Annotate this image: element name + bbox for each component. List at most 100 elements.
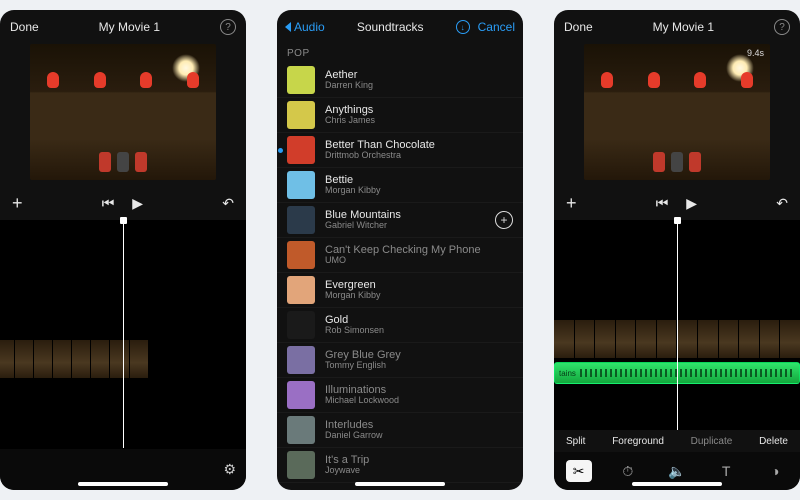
prev-frame-button[interactable]: ⏮ [656, 195, 669, 212]
help-icon[interactable]: ? [220, 19, 236, 35]
album-art [287, 136, 315, 164]
track-artist: Rob Simonsen [325, 326, 513, 336]
undo-button[interactable]: ↶ [222, 195, 234, 212]
scissors-icon: ✂ [573, 463, 585, 480]
video-preview[interactable]: 9.4s [584, 44, 770, 180]
filter-icon: ◑ [771, 463, 779, 479]
track-row[interactable]: Grey Blue GreyTommy English [277, 343, 523, 378]
add-media-button[interactable]: + [566, 193, 577, 214]
album-art [287, 171, 315, 199]
speed-tool: ⏱ [615, 460, 641, 482]
help-icon[interactable]: ? [774, 19, 790, 35]
delete-action[interactable]: Delete [759, 436, 788, 447]
album-art [287, 346, 315, 374]
timeline[interactable] [0, 220, 246, 448]
text-icon: T [722, 463, 731, 479]
album-art [287, 276, 315, 304]
home-indicator[interactable] [355, 482, 445, 486]
undo-button[interactable]: ↶ [776, 195, 788, 212]
track-meta: Can't Keep Checking My PhoneUMO [325, 244, 513, 266]
track-artist: Tommy English [325, 361, 513, 371]
track-row[interactable]: InterludesDaniel Garrow [277, 413, 523, 448]
filter-tool: ◑ [762, 460, 788, 482]
context-actions: Split Foreground Duplicate Delete [554, 430, 800, 452]
text-tool: T [713, 460, 739, 482]
track-row[interactable]: GoldRob Simonsen [277, 308, 523, 343]
add-track-button[interactable]: + [495, 211, 513, 229]
speed-icon: ⏱ [622, 463, 633, 480]
done-button[interactable]: Done [564, 20, 593, 34]
home-indicator[interactable] [632, 482, 722, 486]
volume-tool[interactable]: 🔈 [664, 460, 690, 482]
track-artist: Morgan Kibby [325, 186, 513, 196]
settings-icon[interactable]: ⚙ [223, 461, 236, 478]
album-art [287, 206, 315, 234]
track-artist: Gabriel Witcher [325, 221, 495, 231]
track-meta: AetherDarren King [325, 69, 513, 91]
playhead[interactable] [677, 220, 678, 430]
waveform [580, 369, 795, 377]
track-artist: Michael Lockwood [325, 396, 513, 406]
home-indicator[interactable] [78, 482, 168, 486]
track-title: Can't Keep Checking My Phone [325, 244, 513, 256]
clip-duration: 9.4s [747, 48, 764, 58]
album-art [287, 381, 315, 409]
now-playing-dot [278, 148, 283, 153]
track-artist: Daniel Garrow [325, 431, 513, 441]
screen-title: Soundtracks [357, 20, 424, 34]
add-media-button[interactable]: + [12, 193, 23, 214]
done-button[interactable]: Done [10, 20, 39, 34]
track-meta: AnythingsChris James [325, 104, 513, 126]
track-row[interactable]: Better Than ChocolateDrittmob Orchestra [277, 133, 523, 168]
track-meta: IlluminationsMichael Lockwood [325, 384, 513, 406]
audio-clip-label: tains [559, 369, 576, 378]
volume-icon: 🔈 [668, 463, 685, 480]
track-artist: UMO [325, 256, 513, 266]
track-meta: Blue MountainsGabriel Witcher [325, 209, 495, 231]
foreground-action[interactable]: Foreground [612, 436, 664, 447]
play-button[interactable]: ▶ [132, 195, 143, 212]
back-label: Audio [294, 20, 325, 34]
chevron-left-icon [285, 22, 291, 32]
track-row[interactable]: Blue MountainsGabriel Witcher+ [277, 203, 523, 238]
track-meta: EvergreenMorgan Kibby [325, 279, 513, 301]
track-artist: Joywave [325, 466, 513, 476]
album-art [287, 311, 315, 339]
album-art [287, 101, 315, 129]
track-meta: Grey Blue GreyTommy English [325, 349, 513, 371]
split-action[interactable]: Split [566, 436, 585, 447]
album-art [287, 451, 315, 479]
timeline[interactable]: tains [554, 220, 800, 430]
project-title: My Movie 1 [99, 20, 160, 34]
album-art [287, 66, 315, 94]
cut-tool[interactable]: ✂ [566, 460, 592, 482]
back-audio-button[interactable]: Audio [285, 20, 325, 34]
clip-strip[interactable] [0, 340, 148, 378]
track-row[interactable]: Can't Keep Checking My PhoneUMO [277, 238, 523, 273]
project-title: My Movie 1 [653, 20, 714, 34]
track-artist: Chris James [325, 116, 513, 126]
duplicate-action: Duplicate [691, 436, 733, 447]
download-all-icon[interactable] [456, 20, 470, 34]
playhead[interactable] [123, 220, 124, 448]
play-button[interactable]: ▶ [686, 195, 697, 212]
track-meta: GoldRob Simonsen [325, 314, 513, 336]
track-artist: Darren King [325, 81, 513, 91]
prev-frame-button[interactable]: ⏮ [102, 195, 115, 212]
track-meta: BettieMorgan Kibby [325, 174, 513, 196]
section-header: POP [277, 44, 523, 63]
track-list[interactable]: AetherDarren King AnythingsChris James Bet… [277, 63, 523, 490]
track-row[interactable]: AetherDarren King [277, 63, 523, 98]
track-meta: Better Than ChocolateDrittmob Orchestra [325, 139, 513, 161]
track-row[interactable]: BettieMorgan Kibby [277, 168, 523, 203]
track-meta: It's a TripJoywave [325, 454, 513, 476]
album-art [287, 241, 315, 269]
track-row[interactable]: EvergreenMorgan Kibby [277, 273, 523, 308]
track-artist: Morgan Kibby [325, 291, 513, 301]
track-row[interactable]: IlluminationsMichael Lockwood [277, 378, 523, 413]
track-artist: Drittmob Orchestra [325, 151, 513, 161]
cancel-button[interactable]: Cancel [478, 20, 515, 34]
track-row[interactable]: AnythingsChris James [277, 98, 523, 133]
track-row[interactable]: It's a TripJoywave [277, 448, 523, 483]
video-preview[interactable] [30, 44, 216, 180]
